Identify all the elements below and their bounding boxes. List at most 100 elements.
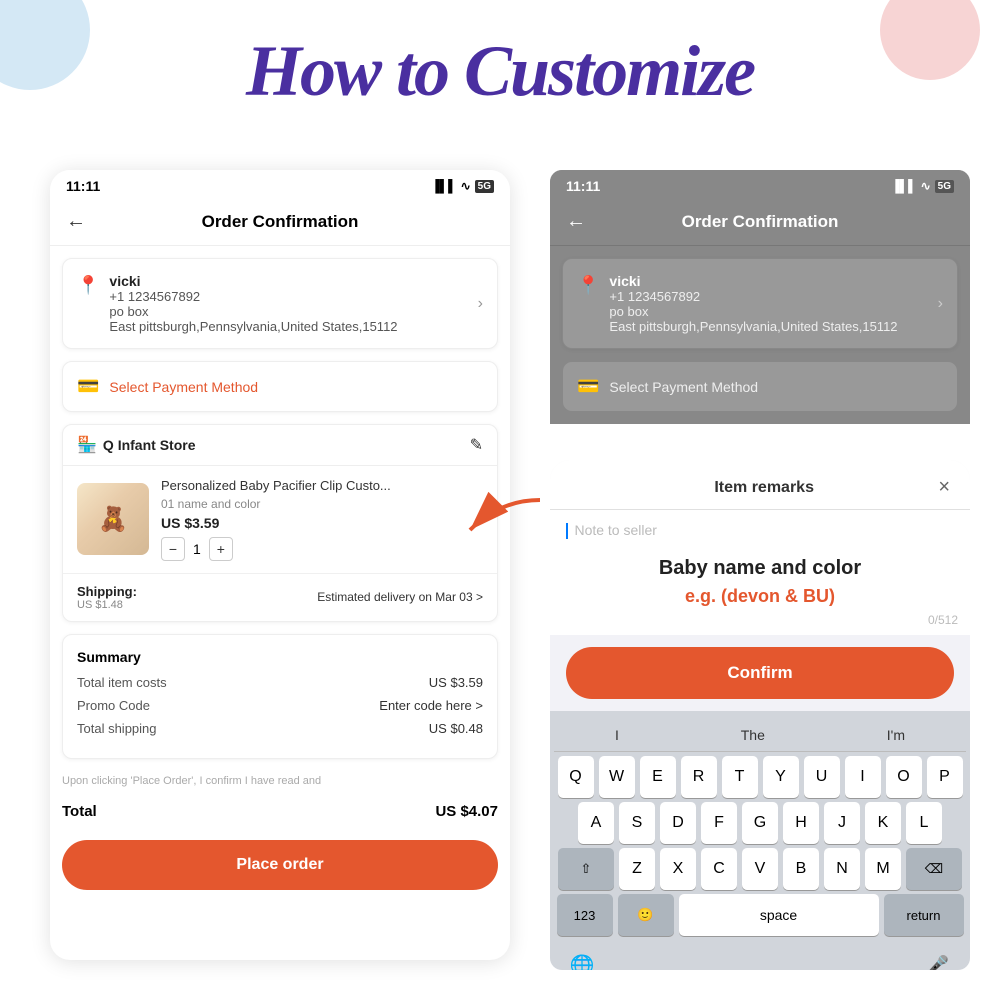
product-thumbnail: 🧸	[77, 483, 149, 555]
shipping-info: Shipping: US $1.48	[77, 584, 137, 611]
modal-close-button[interactable]: ×	[938, 476, 950, 499]
shipping-estimated: Estimated delivery on Mar 03 >	[317, 590, 483, 604]
bg-circle-right	[880, 0, 980, 80]
note-input-area[interactable]: Note to seller Baby name and color e.g. …	[550, 510, 970, 635]
space-key[interactable]: space	[679, 894, 879, 936]
globe-key[interactable]: 🌐	[562, 944, 602, 970]
wifi-icon: ∿	[461, 179, 471, 193]
keyboard-row-4: 123 🙂 space return	[554, 894, 966, 936]
item-remarks-modal: Item remarks × Note to seller Baby name …	[550, 460, 970, 970]
key-H[interactable]: H	[783, 802, 819, 844]
product-image: 🧸	[77, 483, 149, 555]
key-G[interactable]: G	[742, 802, 778, 844]
return-key[interactable]: return	[884, 894, 964, 936]
right-location-icon: 📍	[577, 275, 599, 296]
key-D[interactable]: D	[660, 802, 696, 844]
confirm-button[interactable]: Confirm	[566, 647, 954, 699]
mic-key[interactable]: 🎤	[918, 944, 958, 970]
numbers-key[interactable]: 123	[557, 894, 613, 936]
key-S[interactable]: S	[619, 802, 655, 844]
key-Y[interactable]: Y	[763, 756, 799, 798]
modal-title: Item remarks	[590, 479, 938, 497]
address-info: vicki +1 1234567892 po box East pittsbur…	[109, 273, 477, 334]
right-payment-label: Select Payment Method	[609, 379, 758, 395]
qty-number: 1	[193, 541, 201, 557]
promo-value[interactable]: Enter code here >	[379, 698, 483, 713]
address-chevron-icon: ›	[478, 295, 483, 313]
right-cellular-icon: 5G	[935, 180, 954, 193]
right-back-button[interactable]: ←	[566, 210, 586, 233]
shift-key[interactable]: ⇧	[558, 848, 614, 890]
place-order-button[interactable]: Place order	[62, 840, 498, 890]
right-address-phone: +1 1234567892	[609, 289, 937, 304]
right-spacer	[550, 412, 970, 424]
right-panel-dark-bg: 11:11 ▐▌▌ ∿ 5G ← Order Confirmation 📍 vi…	[550, 170, 970, 424]
store-header: 🏪 Q Infant Store ✎	[63, 425, 497, 466]
key-C[interactable]: C	[701, 848, 737, 890]
keyboard-suggestions: I The I'm	[554, 719, 966, 752]
qty-decrease-button[interactable]: −	[161, 537, 185, 561]
key-I[interactable]: I	[845, 756, 881, 798]
summary-shipping-row: Total shipping US $0.48	[77, 721, 483, 736]
right-status-bar: 11:11 ▐▌▌ ∿ 5G	[550, 170, 970, 202]
key-X[interactable]: X	[660, 848, 696, 890]
suggestion-the[interactable]: The	[729, 725, 777, 745]
key-R[interactable]: R	[681, 756, 717, 798]
right-address-name: vicki	[609, 273, 937, 289]
keyboard-row-2: A S D F G H J K L	[554, 802, 966, 844]
key-T[interactable]: T	[722, 756, 758, 798]
signal-icon: ▐▌▌	[431, 179, 457, 193]
left-nav-title: Order Confirmation	[98, 212, 462, 232]
key-K[interactable]: K	[865, 802, 901, 844]
note-placeholder: Note to seller	[574, 522, 656, 538]
text-cursor	[566, 523, 568, 539]
total-value: US $4.07	[435, 803, 498, 820]
payment-icon: 💳	[77, 376, 99, 397]
key-B[interactable]: B	[783, 848, 819, 890]
emoji-key[interactable]: 🙂	[618, 894, 674, 936]
key-L[interactable]: L	[906, 802, 942, 844]
keyboard-row-1: Q W E R T Y U I O P	[554, 756, 966, 798]
summary-item-cost-row: Total item costs US $3.59	[77, 675, 483, 690]
left-phone-panel: 11:11 ▐▌▌ ∿ 5G ← Order Confirmation 📍 vi…	[50, 170, 510, 960]
qty-increase-button[interactable]: +	[209, 537, 233, 561]
key-N[interactable]: N	[824, 848, 860, 890]
key-U[interactable]: U	[804, 756, 840, 798]
instruction-eg-text: e.g. (devon & BU)	[598, 586, 922, 607]
address-city: East pittsburgh,Pennsylvania,United Stat…	[109, 319, 477, 334]
store-name-label: 🏪 Q Infant Store	[77, 435, 195, 455]
key-W[interactable]: W	[599, 756, 635, 798]
suggestion-im[interactable]: I'm	[875, 725, 917, 745]
right-time: 11:11	[566, 178, 600, 194]
summary-title: Summary	[77, 649, 483, 665]
key-Q[interactable]: Q	[558, 756, 594, 798]
summary-promo-row[interactable]: Promo Code Enter code here >	[77, 698, 483, 713]
right-payment-icon: 💳	[577, 376, 599, 397]
payment-label: Select Payment Method	[109, 379, 258, 395]
bg-circle-left	[0, 0, 90, 90]
key-Z[interactable]: Z	[619, 848, 655, 890]
left-nav-bar: ← Order Confirmation	[50, 202, 510, 246]
key-F[interactable]: F	[701, 802, 737, 844]
disclaimer-text: Upon clicking 'Place Order', I confirm I…	[62, 771, 498, 791]
key-A[interactable]: A	[578, 802, 614, 844]
key-V[interactable]: V	[742, 848, 778, 890]
key-M[interactable]: M	[865, 848, 901, 890]
right-address-chevron-icon: ›	[938, 295, 943, 313]
right-nav-bar: ← Order Confirmation	[550, 202, 970, 246]
key-J[interactable]: J	[824, 802, 860, 844]
right-address-street: po box	[609, 304, 937, 319]
address-card[interactable]: 📍 vicki +1 1234567892 po box East pittsb…	[62, 258, 498, 349]
red-arrow-indicator	[420, 490, 550, 550]
left-back-button[interactable]: ←	[66, 210, 86, 233]
note-icon[interactable]: ✎	[470, 435, 483, 455]
key-P[interactable]: P	[927, 756, 963, 798]
payment-method-row[interactable]: 💳 Select Payment Method	[62, 361, 498, 412]
left-status-bar: 11:11 ▐▌▌ ∿ 5G	[50, 170, 510, 202]
right-address-row: 📍 vicki +1 1234567892 po box East pittsb…	[577, 273, 943, 334]
right-payment-row: 💳 Select Payment Method	[562, 361, 958, 412]
key-E[interactable]: E	[640, 756, 676, 798]
key-O[interactable]: O	[886, 756, 922, 798]
delete-key[interactable]: ⌫	[906, 848, 962, 890]
suggestion-i[interactable]: I	[603, 725, 631, 745]
